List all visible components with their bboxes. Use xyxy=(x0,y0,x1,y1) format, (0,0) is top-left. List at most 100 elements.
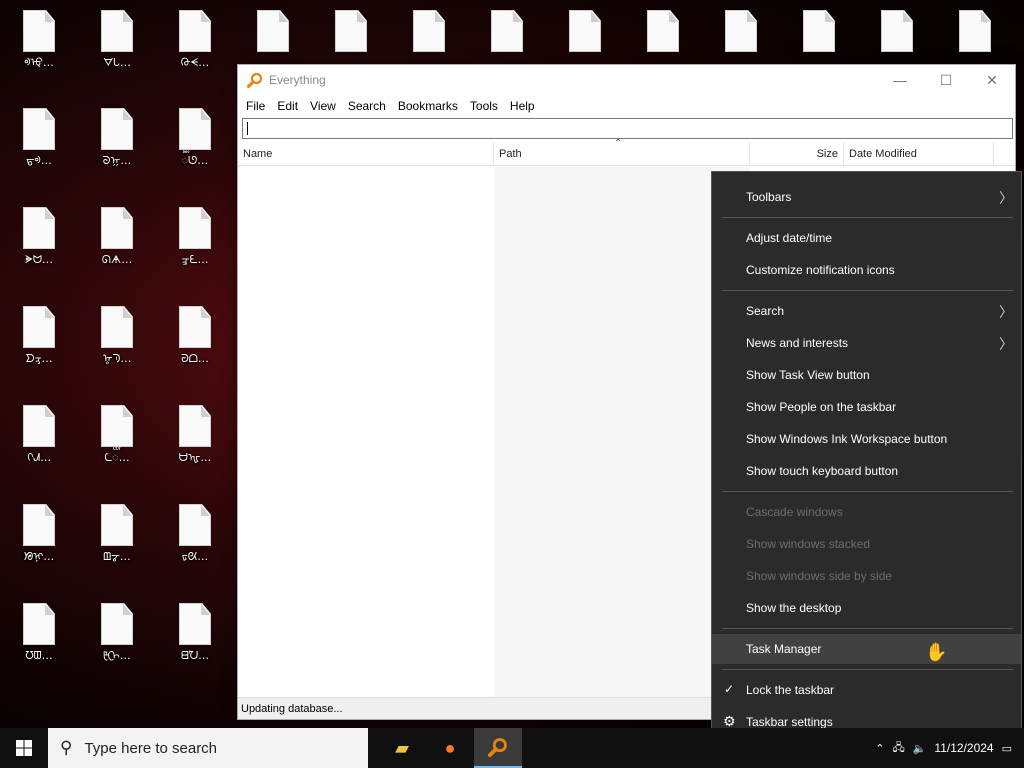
file-icon xyxy=(23,306,55,348)
start-button[interactable] xyxy=(0,728,48,768)
close-button[interactable]: ✕ xyxy=(969,65,1015,95)
menu-help[interactable]: Help xyxy=(504,99,541,113)
menu-bookmarks[interactable]: Bookmarks xyxy=(392,99,464,113)
menu-view[interactable]: View xyxy=(304,99,342,113)
window-title: Everything xyxy=(269,73,326,87)
file-icon xyxy=(23,108,55,150)
file-explorer-button[interactable]: ▰ xyxy=(378,728,426,768)
desktop-file-icon[interactable]: ᡜᘍ… xyxy=(156,207,234,267)
notification-icon[interactable]: ▭ xyxy=(1002,742,1012,755)
menu-item-show-people[interactable]: Show People on the taskbar xyxy=(712,392,1021,422)
file-icon xyxy=(179,504,211,546)
desktop-file-icon[interactable]: ᗨᡙ… xyxy=(156,405,234,465)
desktop-file-icon[interactable] xyxy=(780,10,858,56)
desktop-file-icon[interactable]: ᘠᢊ… xyxy=(0,504,78,564)
taskbar: ⚲ Type here to search ▰ ● ⌃ 🖧 🔈 11/12/20… xyxy=(0,728,1024,768)
desktop-file-icon[interactable] xyxy=(936,10,1014,56)
desktop-file-icon[interactable]: ᡎᘅ… xyxy=(78,306,156,366)
sort-ascending-icon: ⌃ xyxy=(614,138,623,149)
menu-bar: File Edit View Search Bookmarks Tools He… xyxy=(238,95,1015,117)
file-icon xyxy=(881,10,913,52)
search-placeholder: Type here to search xyxy=(84,739,218,757)
desktop-file-icon[interactable] xyxy=(390,10,468,56)
clock-date[interactable]: 11/12/2024 xyxy=(934,741,993,755)
desktop-file-icon[interactable]: ᢉᗂ… xyxy=(0,405,78,465)
separator xyxy=(722,669,1013,670)
desktop-file-icon[interactable] xyxy=(546,10,624,56)
chevron-right-icon: 〉 xyxy=(999,190,1013,206)
everything-taskbar-button[interactable] xyxy=(474,728,522,768)
search-icon: ⚲ xyxy=(60,738,73,757)
title-bar[interactable]: Everything — ☐ ✕ xyxy=(238,65,1015,95)
desktop-file-icon[interactable]: ᢑᘡ… xyxy=(156,504,234,564)
desktop-file-icon[interactable]: ᢆᘎ… xyxy=(156,108,234,168)
desktop-file-icon[interactable]: ᡖᢀ… xyxy=(0,108,78,168)
search-input[interactable] xyxy=(242,118,1013,139)
taskbar-search-box[interactable]: ⚲ Type here to search xyxy=(48,728,368,768)
separator xyxy=(722,217,1013,218)
file-icon xyxy=(179,10,211,52)
menu-item-customize-notification-icons[interactable]: Customize notification icons xyxy=(712,255,1021,285)
volume-icon[interactable]: 🔈 xyxy=(913,742,927,755)
menu-item-lock-taskbar[interactable]: ✓ Lock the taskbar xyxy=(712,675,1021,705)
minimize-button[interactable]: — xyxy=(877,65,923,95)
desktop-file-icon[interactable]: ᘏᗗ… xyxy=(78,207,156,267)
desktop-file-icon[interactable]: ᘮᗵ… xyxy=(0,603,78,663)
file-icon xyxy=(179,603,211,645)
desktop-file-icon[interactable]: ᡛᢕ… xyxy=(78,603,156,663)
separator xyxy=(722,290,1013,291)
menu-item-show-desktop[interactable]: Show the desktop xyxy=(712,593,1021,623)
menu-edit[interactable]: Edit xyxy=(271,99,304,113)
chevron-right-icon: 〉 xyxy=(999,304,1013,320)
maximize-button[interactable]: ☐ xyxy=(923,65,969,95)
desktop-file-icon[interactable]: ᗤᢋ… xyxy=(0,306,78,366)
desktop-file-icon[interactable] xyxy=(858,10,936,56)
column-size[interactable]: Size xyxy=(750,142,844,165)
menu-file[interactable]: File xyxy=(240,99,271,113)
menu-item-show-task-view[interactable]: Show Task View button xyxy=(712,360,1021,390)
menu-item-toolbars[interactable]: Toolbars 〉 xyxy=(712,182,1021,212)
desktop-file-icon[interactable]: ᢀ⁠ᡇ… xyxy=(0,10,78,70)
desktop-file-icon[interactable]: ᗙᗢ… xyxy=(0,207,78,267)
desktop-file-icon[interactable]: ᗶᡒ… xyxy=(78,504,156,564)
menu-item-task-manager[interactable]: Task Manager xyxy=(712,634,1021,664)
menu-tools[interactable]: Tools xyxy=(464,99,504,113)
desktop-file-icon[interactable]: ᗺᘨ… xyxy=(156,603,234,663)
desktop-file-icon[interactable]: ᗊᘂ… xyxy=(78,10,156,70)
column-path[interactable]: Path ⌃ xyxy=(494,138,750,165)
desktop-file-icon[interactable]: ᘒᗝ… xyxy=(156,306,234,366)
file-icon xyxy=(101,108,133,150)
file-icon xyxy=(101,405,133,447)
menu-item-show-touch-keyboard[interactable]: Show touch keyboard button xyxy=(712,456,1021,486)
menu-search[interactable]: Search xyxy=(342,99,392,113)
desktop-file-icon[interactable]: ᢙᗕ… xyxy=(156,10,234,70)
file-icon xyxy=(725,10,757,52)
desktop-file-icon[interactable] xyxy=(468,10,546,56)
file-icon xyxy=(101,10,133,52)
column-name[interactable]: Name xyxy=(238,142,494,165)
desktop-file-icon[interactable] xyxy=(234,10,312,56)
menu-item-show-ink-workspace[interactable]: Show Windows Ink Workspace button xyxy=(712,424,1021,454)
desktop-file-icon[interactable] xyxy=(702,10,780,56)
folder-icon: ▰ xyxy=(395,737,409,758)
network-icon[interactable]: 🖧 xyxy=(892,739,904,758)
file-icon xyxy=(569,10,601,52)
magnifier-icon xyxy=(247,72,263,88)
file-icon xyxy=(23,405,55,447)
column-date-modified[interactable]: Date Modified xyxy=(844,142,994,165)
menu-item-news-and-interests[interactable]: News and interests 〉 xyxy=(712,328,1021,358)
file-icon xyxy=(803,10,835,52)
desktop-file-icon[interactable] xyxy=(624,10,702,56)
desktop-file-icon[interactable]: ᘇᢅ… xyxy=(78,405,156,465)
menu-item-windows-stacked: Show windows stacked xyxy=(746,537,871,551)
file-icon xyxy=(101,207,133,249)
desktop-file-icon[interactable] xyxy=(312,10,390,56)
menu-item-search[interactable]: Search 〉 xyxy=(712,296,1021,326)
file-icon xyxy=(23,10,55,52)
desktop-file-icon[interactable]: ᘐᡍ… xyxy=(78,108,156,168)
menu-item-adjust-datetime[interactable]: Adjust date/time xyxy=(712,223,1021,253)
firefox-button[interactable]: ● xyxy=(426,728,474,768)
chevron-up-icon[interactable]: ⌃ xyxy=(875,742,884,755)
file-icon xyxy=(101,306,133,348)
separator xyxy=(722,491,1013,492)
